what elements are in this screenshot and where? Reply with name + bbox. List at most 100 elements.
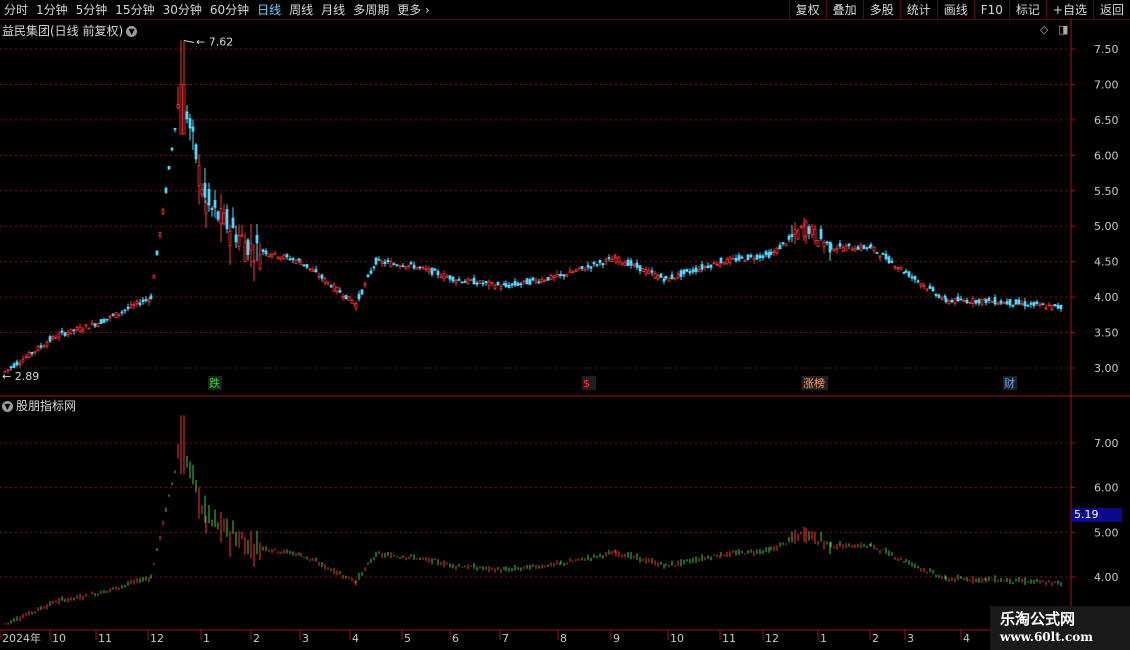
candle-body bbox=[601, 263, 605, 266]
candle-body bbox=[297, 258, 301, 261]
candle-body bbox=[84, 324, 88, 327]
candle-body bbox=[543, 279, 547, 282]
toolbar-button-4[interactable]: 画线 bbox=[936, 0, 974, 20]
toolbar-button-7[interactable]: +自选 bbox=[1045, 0, 1093, 20]
candle-body bbox=[847, 243, 851, 247]
period-tab-7[interactable]: 周线 bbox=[289, 2, 313, 18]
candle-body bbox=[499, 286, 503, 290]
period-tab-2[interactable]: 5分钟 bbox=[76, 2, 108, 18]
candle-body bbox=[341, 296, 345, 298]
period-tab-6[interactable]: 日线 bbox=[257, 2, 281, 18]
candle-body bbox=[427, 268, 431, 273]
candle-body bbox=[562, 274, 566, 277]
candle-body bbox=[916, 280, 920, 283]
chevron-down-icon[interactable]: ▼ bbox=[126, 26, 138, 37]
xaxis-label: 2 bbox=[872, 632, 879, 645]
toolbar-button-3[interactable]: 统计 bbox=[899, 0, 937, 20]
panel-toggle-icon[interactable]: ◨ bbox=[1058, 23, 1068, 36]
candle-body bbox=[469, 279, 473, 282]
candle-body bbox=[90, 322, 94, 325]
candle-body bbox=[592, 261, 596, 265]
candle-body bbox=[170, 147, 174, 150]
candle-body bbox=[1005, 301, 1009, 305]
main-panel-title: 益民集团(日线 前复权) ▼ bbox=[2, 22, 138, 39]
candle-body bbox=[149, 295, 153, 300]
candle-body bbox=[418, 266, 422, 269]
candle-body bbox=[844, 245, 848, 252]
candle-body bbox=[87, 327, 91, 330]
candle-body bbox=[424, 268, 428, 271]
candle-body bbox=[546, 277, 550, 281]
xaxis-label: 5 bbox=[404, 632, 411, 645]
candle-body bbox=[372, 266, 376, 269]
candle-body bbox=[288, 258, 292, 261]
candle-body bbox=[761, 255, 765, 259]
low-label: ← 2.89 bbox=[2, 370, 39, 383]
candle-body bbox=[1050, 304, 1054, 310]
toolbar-button-8[interactable]: 返回 bbox=[1092, 0, 1130, 20]
candle-body bbox=[273, 251, 277, 255]
candle-body bbox=[928, 285, 932, 289]
candle-body bbox=[577, 267, 581, 270]
candle-body bbox=[580, 266, 584, 269]
period-tab-9[interactable]: 多周期 bbox=[353, 2, 389, 18]
period-tab-0[interactable]: 分时 bbox=[4, 2, 28, 18]
candle-body bbox=[1026, 304, 1030, 307]
candle-body bbox=[305, 264, 309, 268]
candle-body bbox=[138, 302, 142, 306]
period-tab-3[interactable]: 15分钟 bbox=[115, 2, 154, 18]
toolbar-button-2[interactable]: 多股 bbox=[862, 0, 900, 20]
candle-body bbox=[81, 328, 85, 332]
kline-chart[interactable]: 7.50 7.00 6.50 6.00 5.50 5.00 4.50 4.00 3.50 3.00… bbox=[0, 20, 1130, 650]
xaxis-label: 10 bbox=[52, 632, 66, 645]
chevron-down-icon[interactable]: ▼ bbox=[2, 401, 13, 412]
candle-body bbox=[620, 261, 624, 265]
candle-body bbox=[228, 230, 232, 246]
sub-panel-title: ▼ 股朋指标网 bbox=[2, 397, 76, 414]
candle-body bbox=[237, 235, 241, 247]
period-tab-4[interactable]: 30分钟 bbox=[163, 2, 202, 18]
main-tick-label: 7.50 bbox=[1094, 43, 1119, 56]
toolbar-button-0[interactable]: 复权 bbox=[788, 0, 826, 20]
xaxis-label: 6 bbox=[452, 632, 459, 645]
candle-body bbox=[392, 263, 396, 266]
candle-body bbox=[1044, 307, 1048, 310]
candle-body bbox=[240, 234, 244, 237]
main-tick-label: 3.00 bbox=[1094, 362, 1119, 375]
high-pointer bbox=[183, 40, 195, 43]
candle-body bbox=[944, 298, 948, 303]
candle-body bbox=[338, 290, 342, 293]
candle-body bbox=[799, 225, 803, 228]
candle-body bbox=[466, 278, 470, 284]
candle-body bbox=[246, 239, 250, 255]
candle-body bbox=[769, 251, 773, 255]
candle-body bbox=[682, 269, 686, 275]
period-tab-5[interactable]: 60分钟 bbox=[210, 2, 249, 18]
candle-body bbox=[161, 209, 165, 214]
candle-body bbox=[326, 281, 330, 285]
diamond-icon[interactable]: ◇ bbox=[1040, 23, 1048, 36]
candle-body bbox=[442, 273, 446, 280]
candle-body bbox=[30, 352, 34, 355]
period-tab-10[interactable]: 更多 › bbox=[397, 2, 430, 18]
candle-body bbox=[481, 282, 485, 285]
toolbar-button-5[interactable]: F10 bbox=[973, 0, 1009, 20]
period-tab-1[interactable]: 1分钟 bbox=[36, 2, 68, 18]
candle-body bbox=[775, 247, 779, 254]
candle-body bbox=[329, 285, 333, 288]
toolbar-button-6[interactable]: 标记 bbox=[1008, 0, 1046, 20]
candle-body bbox=[522, 280, 526, 283]
candle-body bbox=[185, 111, 189, 120]
candle-body bbox=[164, 187, 168, 193]
candle-body bbox=[734, 257, 738, 262]
candle-body bbox=[623, 262, 627, 267]
main-tick-label: 5.00 bbox=[1094, 220, 1119, 233]
candle-body bbox=[574, 269, 578, 272]
period-tab-8[interactable]: 月线 bbox=[321, 2, 345, 18]
stock-title: 益民集团(日线 前复权) bbox=[2, 24, 124, 38]
candle-body bbox=[987, 297, 991, 301]
candle-body bbox=[793, 229, 797, 235]
toolbar-button-1[interactable]: 叠加 bbox=[825, 0, 863, 20]
sub-last-value: 5.19 bbox=[1072, 508, 1122, 522]
candle-body bbox=[369, 270, 373, 274]
